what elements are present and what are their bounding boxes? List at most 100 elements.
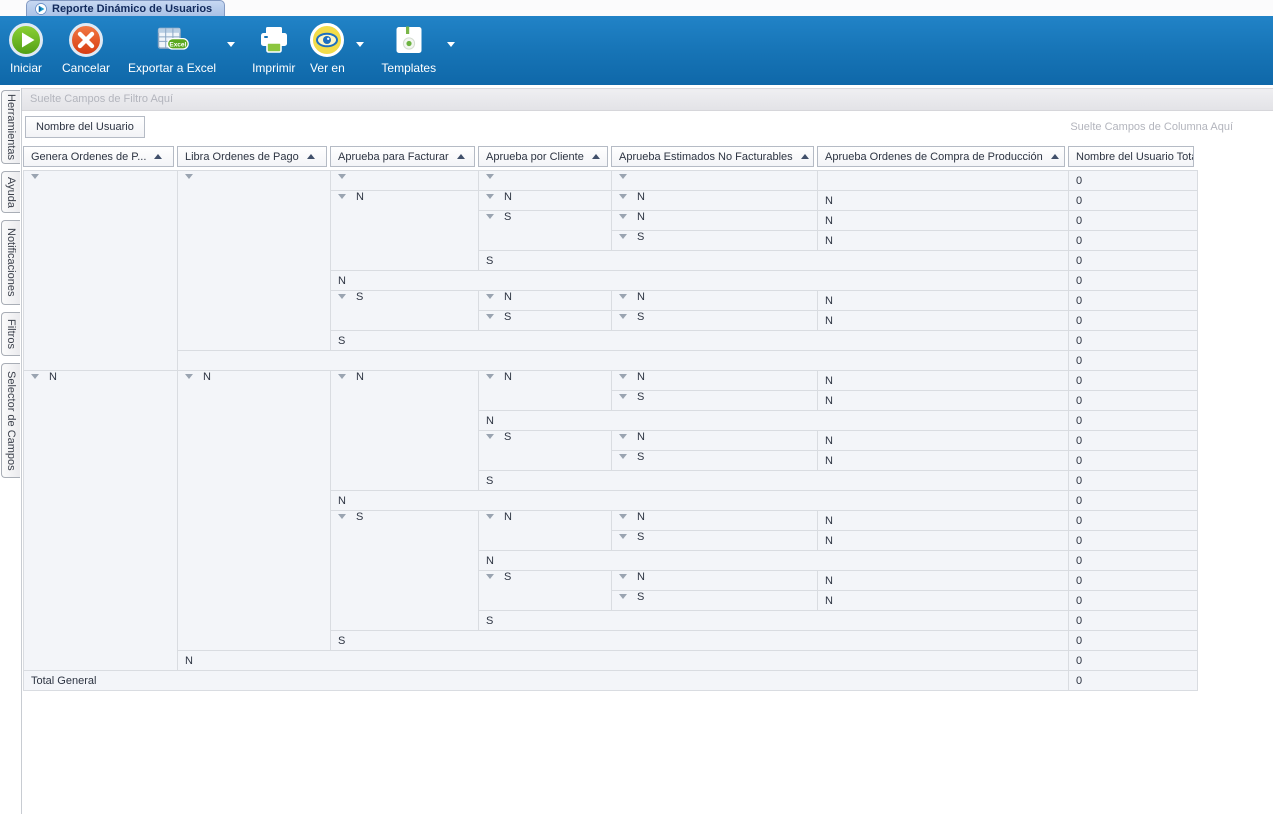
pivot-group-cell[interactable] xyxy=(24,171,178,371)
collapse-arrow-icon[interactable] xyxy=(486,214,494,219)
ver-en-dropdown-arrow[interactable] xyxy=(353,42,367,47)
collapse-arrow-icon[interactable] xyxy=(619,194,627,199)
pivot-group-cell[interactable]: N xyxy=(612,371,818,391)
collapse-arrow-icon[interactable] xyxy=(619,594,627,599)
collapse-arrow-icon[interactable] xyxy=(185,174,193,179)
ver-en-button[interactable]: Ver en xyxy=(305,21,349,76)
pivot-group-cell[interactable]: S xyxy=(331,291,479,331)
pivot-group-cell[interactable]: N xyxy=(612,191,818,211)
pivot-group-cell[interactable]: S xyxy=(612,231,818,251)
pivot-group-cell[interactable]: N xyxy=(479,371,612,411)
pivot-group-cell[interactable]: N xyxy=(331,191,479,271)
pivot-group-cell[interactable]: S xyxy=(612,591,818,611)
pivot-group-cell[interactable]: S xyxy=(612,311,818,331)
filter-fields-drop-area[interactable]: Suelte Campos de Filtro Aquí xyxy=(22,88,1273,111)
pivot-group-cell[interactable]: N xyxy=(24,371,178,671)
collapse-arrow-icon[interactable] xyxy=(619,234,627,239)
pivot-value-cell: 0 xyxy=(1069,211,1198,231)
collapse-arrow-icon[interactable] xyxy=(486,294,494,299)
collapse-arrow-icon[interactable] xyxy=(31,374,39,379)
pivot-group-cell[interactable]: S xyxy=(479,571,612,611)
collapse-arrow-icon[interactable] xyxy=(486,434,494,439)
data-field-nombre-del-usuario[interactable]: Nombre del Usuario xyxy=(25,116,145,138)
collapse-arrow-icon[interactable] xyxy=(486,314,494,319)
pivot-group-cell[interactable] xyxy=(479,171,612,191)
pivot-leaf-cell: N xyxy=(818,231,1069,251)
collapse-arrow-icon[interactable] xyxy=(31,174,39,179)
pivot-group-cell[interactable]: N xyxy=(612,571,818,591)
pivot-group-cell[interactable]: S xyxy=(479,211,612,251)
templates-dropdown-arrow[interactable] xyxy=(444,42,458,47)
pivot-subtotal-cell: S xyxy=(479,471,1069,491)
imprimir-button[interactable]: Imprimir xyxy=(248,21,299,76)
column-header-libra-ordenes-de-pago[interactable]: Libra Ordenes de Pago xyxy=(177,146,327,167)
collapse-arrow-icon[interactable] xyxy=(619,374,627,379)
collapse-arrow-icon[interactable] xyxy=(619,314,627,319)
pivot-group-cell[interactable]: N xyxy=(612,211,818,231)
cell-text: N xyxy=(825,295,833,307)
collapse-arrow-icon[interactable] xyxy=(338,294,346,299)
pivot-group-cell[interactable] xyxy=(331,171,479,191)
cell-text: N xyxy=(338,275,346,287)
pivot-subtotal-cell: S xyxy=(479,251,1069,271)
column-header-genera-ordenes-de-pago[interactable]: Genera Ordenes de P... xyxy=(23,146,174,167)
pivot-group-cell[interactable]: N xyxy=(178,371,331,651)
collapse-arrow-icon[interactable] xyxy=(619,214,627,219)
collapse-arrow-icon[interactable] xyxy=(619,534,627,539)
document-tab[interactable]: Reporte Dinámico de Usuarios xyxy=(26,0,225,16)
collapse-arrow-icon[interactable] xyxy=(486,514,494,519)
collapse-arrow-icon[interactable] xyxy=(338,374,346,379)
pivot-group-cell[interactable]: S xyxy=(612,531,818,551)
pivot-group-cell[interactable] xyxy=(178,171,331,351)
collapse-arrow-icon[interactable] xyxy=(619,514,627,519)
templates-button[interactable]: Templates xyxy=(377,21,440,76)
sidebar-tab-notificaciones[interactable]: Notificaciones xyxy=(1,220,20,305)
pivot-group-cell[interactable]: S xyxy=(331,511,479,631)
pivot-group-cell[interactable]: S xyxy=(612,391,818,411)
pivot-subtotal-cell: S xyxy=(331,631,1069,651)
pivot-group-cell[interactable]: N xyxy=(612,291,818,311)
sidebar-tab-filtros[interactable]: Filtros xyxy=(1,312,20,356)
sidebar-tab-ayuda[interactable]: Ayuda xyxy=(1,171,20,213)
column-drop-hint: Suelte Campos de Columna Aquí xyxy=(1070,121,1233,133)
collapse-arrow-icon[interactable] xyxy=(619,294,627,299)
sidebar-tab-selector-de-campos[interactable]: Selector de Campos xyxy=(1,363,20,478)
collapse-arrow-icon[interactable] xyxy=(619,574,627,579)
pivot-group-cell[interactable]: N xyxy=(612,431,818,451)
column-header-aprueba-por-cliente[interactable]: Aprueba por Cliente xyxy=(478,146,608,167)
collapse-arrow-icon[interactable] xyxy=(619,454,627,459)
pivot-group-cell[interactable]: S xyxy=(479,311,612,331)
exportar-excel-dropdown-arrow[interactable] xyxy=(224,42,238,47)
sidebar-tab-herramientas[interactable]: Herramientas xyxy=(1,90,20,164)
collapse-arrow-icon[interactable] xyxy=(338,174,346,179)
pivot-group-cell[interactable]: N xyxy=(612,511,818,531)
pivot-group-cell[interactable]: S xyxy=(612,451,818,471)
pivot-group-cell[interactable]: N xyxy=(479,291,612,311)
pivot-group-cell[interactable]: S xyxy=(479,431,612,471)
collapse-arrow-icon[interactable] xyxy=(486,374,494,379)
column-header-aprueba-estimados-no-facturables[interactable]: Aprueba Estimados No Facturables xyxy=(611,146,814,167)
column-header-nombre-del-usuario-total[interactable]: Nombre del Usuario Total xyxy=(1068,146,1194,167)
cell-text: S xyxy=(486,475,493,487)
collapse-arrow-icon[interactable] xyxy=(486,174,494,179)
collapse-arrow-icon[interactable] xyxy=(619,434,627,439)
column-header-aprueba-para-facturar[interactable]: Aprueba para Facturar xyxy=(330,146,475,167)
collapse-arrow-icon[interactable] xyxy=(486,194,494,199)
imprimir-label: Imprimir xyxy=(252,61,295,75)
collapse-arrow-icon[interactable] xyxy=(486,574,494,579)
cancelar-button[interactable]: Cancelar xyxy=(58,21,114,76)
pivot-value-cell: 0 xyxy=(1069,191,1198,211)
collapse-arrow-icon[interactable] xyxy=(619,394,627,399)
pivot-group-cell[interactable]: N xyxy=(331,371,479,491)
collapse-arrow-icon[interactable] xyxy=(338,514,346,519)
pivot-group-cell[interactable]: N xyxy=(479,511,612,551)
pivot-subtotal-cell: N xyxy=(331,491,1069,511)
collapse-arrow-icon[interactable] xyxy=(338,194,346,199)
column-header-aprueba-ordenes-compra-produccion[interactable]: Aprueba Ordenes de Compra de Producción xyxy=(817,146,1065,167)
pivot-group-cell[interactable]: N xyxy=(479,191,612,211)
collapse-arrow-icon[interactable] xyxy=(619,174,627,179)
pivot-group-cell[interactable] xyxy=(612,171,818,191)
iniciar-button[interactable]: Iniciar xyxy=(4,21,48,76)
collapse-arrow-icon[interactable] xyxy=(185,374,193,379)
exportar-excel-button[interactable]: Excel Exportar a Excel xyxy=(124,21,220,76)
